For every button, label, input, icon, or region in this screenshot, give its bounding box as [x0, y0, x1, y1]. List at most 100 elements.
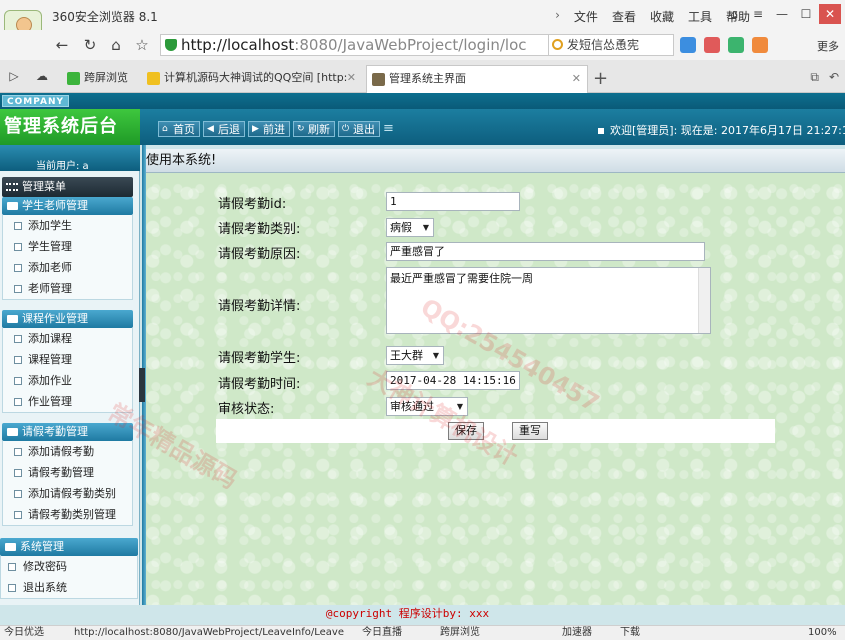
minimize-icon[interactable]: —	[771, 4, 793, 24]
content-title: 使用本系统!	[146, 149, 845, 173]
logout-button[interactable]: ⏻ 退出	[338, 121, 380, 137]
tab-admin-main[interactable]: 管理系统主界面 ✕	[366, 65, 588, 93]
power-icon: ⏻	[342, 124, 350, 134]
maximize-icon[interactable]: ☐	[795, 4, 817, 24]
chevron-down-icon: ▼	[456, 402, 463, 411]
sidebar-collapse-handle[interactable]	[139, 368, 145, 402]
management-menu-header: 管理菜单	[2, 177, 133, 197]
sidebar-item-homework-manage[interactable]: 作业管理	[3, 391, 132, 412]
page-title: 管理系统后台	[0, 109, 140, 145]
menu-group-header[interactable]: 请假考勤管理	[2, 423, 133, 441]
tab-bar: ▷ ☁ 跨屏浏览 计算机源码大神调试的QQ空间 [http: ✕ 管理系统主界面…	[0, 60, 845, 93]
nav-buttons: ⌂ 首页 ◀ 后退 ▶ 前进 ↻ 刷新 ⏻ 退出	[158, 121, 380, 137]
menu-group-items: 添加课程 课程管理 添加作业 作业管理	[2, 328, 133, 413]
skin-icon[interactable]: ⌂	[723, 4, 745, 24]
tab-crossscreen[interactable]: 跨屏浏览	[62, 65, 138, 93]
restore-icon[interactable]: ⧉	[810, 70, 819, 85]
menu-file[interactable]: 文件	[574, 8, 598, 25]
sidebar: 当前用户: a 管理菜单 学生老师管理 添加学生 学生管理 添加老师 老师管理 …	[0, 145, 140, 625]
document-icon	[14, 264, 22, 272]
sidebar-item-teacher-manage[interactable]: 老师管理	[3, 278, 132, 299]
close-tab-icon[interactable]: ✕	[572, 66, 581, 92]
sidebar-item-change-password[interactable]: 修改密码	[1, 556, 137, 577]
document-icon	[14, 335, 22, 343]
search-input[interactable]: 发短信怂恿宪	[548, 34, 674, 56]
url-input[interactable]: http://localhost:8080/JavaWebProject/log…	[160, 34, 550, 56]
sidebar-item-logout[interactable]: 退出系统	[1, 577, 137, 598]
document-icon	[14, 448, 22, 456]
sidebar-item-add-homework[interactable]: 添加作业	[3, 370, 132, 391]
leave-id-input[interactable]: 1	[386, 192, 520, 211]
leave-type-select[interactable]: 病假 ▼	[386, 218, 434, 237]
nav-more-icon[interactable]: ≡	[383, 121, 394, 136]
tab-qq-space[interactable]: 计算机源码大神调试的QQ空间 [http: ✕	[142, 65, 362, 93]
reload-icon[interactable]: ↻	[80, 35, 100, 55]
page-viewport: COMPANY 管理系统后台 ⌂ 首页 ◀ 后退 ▶ 前进 ↻ 刷新 ⏻ 退出 ≡ 欢迎[…	[0, 93, 845, 625]
sidebar-item-student-manage[interactable]: 学生管理	[3, 236, 132, 257]
refresh-icon: ↻	[297, 124, 305, 134]
current-user: 当前用户: a	[36, 161, 89, 172]
cloud-icon[interactable]: ☁	[32, 66, 52, 86]
sidebar-item-add-leave[interactable]: 添加请假考勤	[3, 441, 132, 462]
leave-time-input[interactable]: 2017-04-28 14:15:16	[386, 371, 520, 390]
menu-group-header[interactable]: 学生老师管理	[2, 197, 133, 215]
menu-view[interactable]: 查看	[612, 8, 636, 25]
sidebar-toggle-icon[interactable]: ▷	[4, 66, 24, 86]
reset-button[interactable]: 重写	[512, 422, 548, 440]
more-button[interactable]: 更多	[817, 38, 839, 54]
menu-grid-icon	[6, 183, 18, 191]
mail-icon[interactable]	[704, 37, 720, 53]
undo-close-icon[interactable]: ↶	[829, 70, 839, 85]
sidebar-item-add-student[interactable]: 添加学生	[3, 215, 132, 236]
folder-icon	[7, 315, 18, 323]
apps-icon[interactable]	[680, 37, 696, 53]
chevron-right-icon[interactable]: ›	[555, 8, 560, 25]
back-button[interactable]: ◀ 后退	[203, 121, 245, 137]
document-icon	[14, 243, 22, 251]
review-status-select[interactable]: 审核通过 ▼	[386, 397, 468, 416]
status-zoom[interactable]: 100%	[808, 626, 837, 640]
brand-strip: COMPANY	[0, 93, 845, 109]
home-icon[interactable]: ⌂	[106, 35, 126, 55]
field-label-detail: 请假考勤详情:	[218, 299, 301, 314]
status-today-picks[interactable]: 今日优选	[4, 626, 44, 640]
sidebar-item-leave-type-manage[interactable]: 请假考勤类别管理	[3, 504, 132, 525]
menu-group-header[interactable]: 系统管理	[0, 538, 138, 556]
star-icon	[147, 72, 160, 85]
leave-reason-input[interactable]: 严重感冒了	[386, 242, 705, 261]
folder-icon	[5, 543, 16, 551]
star-icon[interactable]: ☆	[132, 35, 152, 55]
status-crossscreen[interactable]: 跨屏浏览	[440, 626, 480, 640]
sidebar-item-leave-manage[interactable]: 请假考勤管理	[3, 462, 132, 483]
save-button[interactable]: 保存	[448, 422, 484, 440]
bullet-icon	[598, 128, 604, 134]
company-logo: COMPANY	[2, 95, 69, 107]
menu-tools[interactable]: 工具	[688, 8, 712, 25]
menu-group-header[interactable]: 课程作业管理	[2, 310, 133, 328]
adblock-icon[interactable]	[752, 37, 768, 53]
sidebar-item-add-teacher[interactable]: 添加老师	[3, 257, 132, 278]
menu-group-student-teacher: 学生老师管理 添加学生 学生管理 添加老师 老师管理	[2, 197, 133, 300]
tab-bar-tools: ⧉ ↶	[810, 70, 839, 85]
status-live[interactable]: 今日直播	[362, 626, 402, 640]
textarea-scrollbar[interactable]	[698, 268, 710, 333]
forward-button[interactable]: ▶ 前进	[248, 121, 290, 137]
menu-group-leave-attendance: 请假考勤管理 添加请假考勤 请假考勤管理 添加请假考勤类别 请假考勤类别管理	[2, 423, 133, 526]
sidebar-item-add-leave-type[interactable]: 添加请假考勤类别	[3, 483, 132, 504]
status-accelerator[interactable]: 加速器	[562, 626, 592, 640]
new-tab-button[interactable]: +	[593, 68, 608, 89]
sidebar-item-add-course[interactable]: 添加课程	[3, 328, 132, 349]
close-tab-icon[interactable]: ✕	[347, 65, 356, 91]
sidebar-item-course-manage[interactable]: 课程管理	[3, 349, 132, 370]
leave-student-select[interactable]: 王大群 ▼	[386, 346, 444, 365]
back-icon[interactable]: ←	[52, 35, 72, 55]
home-button[interactable]: ⌂ 首页	[158, 121, 200, 137]
refresh-button[interactable]: ↻ 刷新	[293, 121, 335, 137]
leave-detail-textarea[interactable]: 最近严重感冒了需要住院一周	[386, 267, 711, 334]
menu-favorites[interactable]: 收藏	[650, 8, 674, 25]
status-download[interactable]: 下载	[620, 626, 640, 640]
money-icon[interactable]	[728, 37, 744, 53]
close-icon[interactable]: ✕	[819, 4, 841, 24]
page-icon	[372, 73, 385, 86]
menu-icon[interactable]: ≡	[747, 4, 769, 24]
